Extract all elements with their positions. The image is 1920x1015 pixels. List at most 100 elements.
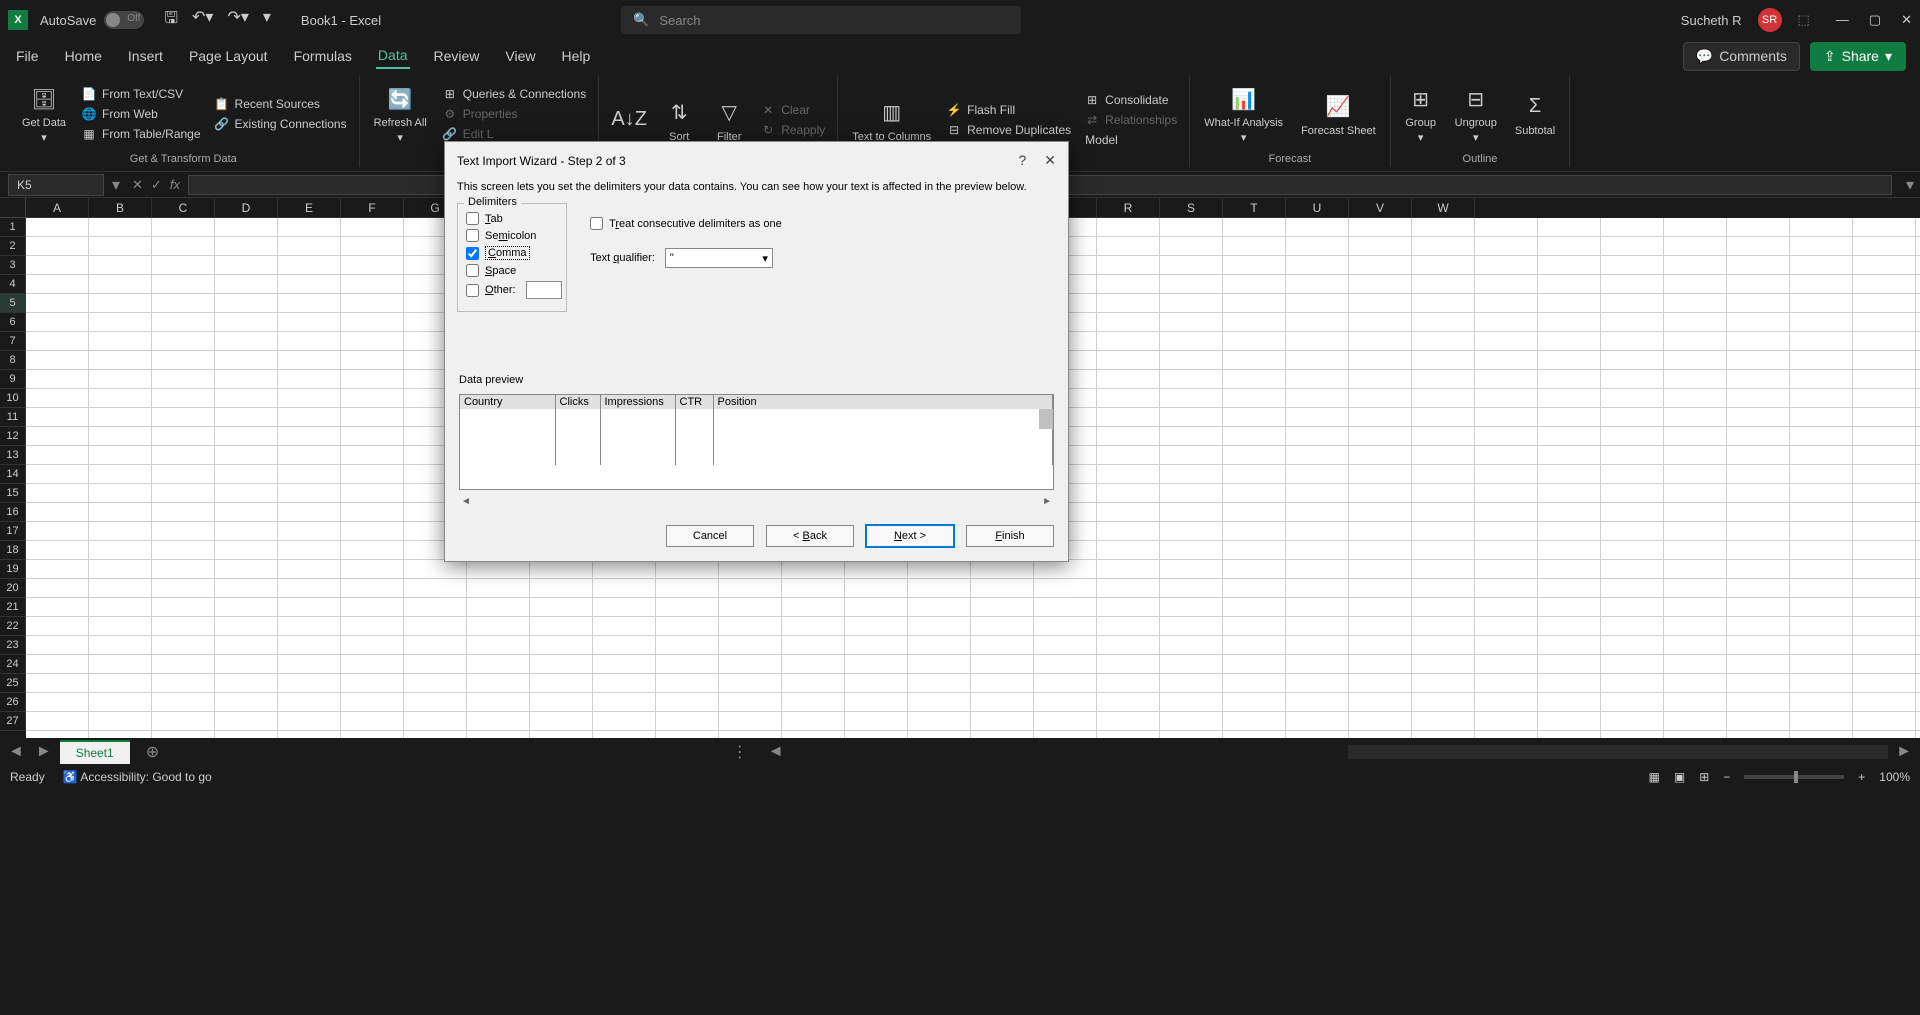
row-header[interactable]: 25 xyxy=(0,674,26,693)
add-sheet-button[interactable]: ⊕ xyxy=(138,742,167,762)
space-checkbox[interactable] xyxy=(466,264,479,277)
sheet-prev-icon[interactable]: ◄ xyxy=(8,743,24,761)
redo-icon[interactable]: ↷▾ xyxy=(227,7,248,34)
group-button[interactable]: ⊞Group▾ xyxy=(1399,76,1443,151)
tab-help[interactable]: Help xyxy=(560,44,593,68)
row-header[interactable]: 23 xyxy=(0,636,26,655)
row-header[interactable]: 27 xyxy=(0,712,26,731)
tab-data[interactable]: Data xyxy=(376,43,410,69)
row-header[interactable]: 12 xyxy=(0,427,26,446)
user-name[interactable]: Sucheth R xyxy=(1681,13,1742,28)
other-label[interactable]: Other: xyxy=(485,284,516,296)
horizontal-scrollbar[interactable] xyxy=(1348,745,1888,759)
help-icon[interactable]: ? xyxy=(1018,152,1026,169)
finish-button[interactable]: Finish xyxy=(966,525,1054,547)
tab-home[interactable]: Home xyxy=(63,44,104,68)
fx-icon[interactable]: fx xyxy=(170,177,180,193)
row-header[interactable]: 24 xyxy=(0,655,26,674)
preview-scroll-left-icon[interactable]: ◄ xyxy=(461,496,471,507)
remove-duplicates-button[interactable]: ⊟Remove Duplicates xyxy=(943,121,1075,139)
column-header[interactable]: U xyxy=(1286,198,1349,218)
undo-icon[interactable]: ↶▾ xyxy=(192,7,213,34)
row-header[interactable]: 20 xyxy=(0,579,26,598)
next-button[interactable]: Next > xyxy=(866,525,954,547)
from-table-range-button[interactable]: ▦From Table/Range xyxy=(78,125,205,143)
get-data-button[interactable]: 🗄Get Data▾ xyxy=(16,76,72,151)
forecast-sheet-button[interactable]: 📈Forecast Sheet xyxy=(1295,76,1382,151)
user-avatar[interactable]: SR xyxy=(1758,8,1782,32)
preview-vertical-scrollbar[interactable] xyxy=(1039,409,1053,429)
row-header[interactable]: 19 xyxy=(0,560,26,579)
hscroll-left-icon[interactable]: ◄ xyxy=(768,743,784,761)
row-header[interactable]: 16 xyxy=(0,503,26,522)
name-box[interactable] xyxy=(8,174,104,196)
enter-formula-icon[interactable]: ✓ xyxy=(151,177,162,193)
zoom-slider[interactable] xyxy=(1744,775,1844,779)
consolidate-button[interactable]: ⊞Consolidate xyxy=(1081,91,1181,109)
sheet-next-icon[interactable]: ► xyxy=(36,743,52,761)
sheet-options-icon[interactable]: ⋮ xyxy=(732,742,748,762)
queries-connections-button[interactable]: ⊞Queries & Connections xyxy=(439,85,590,103)
share-button[interactable]: ⇪Share▾ xyxy=(1810,42,1906,71)
name-box-dropdown-icon[interactable]: ▾ xyxy=(112,175,120,195)
row-header[interactable]: 15 xyxy=(0,484,26,503)
row-header[interactable]: 6 xyxy=(0,313,26,332)
sheet-tab-sheet1[interactable]: Sheet1 xyxy=(60,740,130,764)
row-header[interactable]: 17 xyxy=(0,522,26,541)
row-header[interactable]: 26 xyxy=(0,693,26,712)
tab-formulas[interactable]: Formulas xyxy=(292,44,354,68)
comments-button[interactable]: 💬Comments xyxy=(1683,42,1800,71)
tab-insert[interactable]: Insert xyxy=(126,44,165,68)
row-header[interactable]: 8 xyxy=(0,351,26,370)
column-header[interactable]: A xyxy=(26,198,89,218)
row-header[interactable]: 1 xyxy=(0,218,26,237)
reapply-button[interactable]: ↻Reapply xyxy=(757,121,829,139)
autosave-toggle-group[interactable]: AutoSave Off xyxy=(40,11,144,29)
column-header[interactable]: W xyxy=(1412,198,1475,218)
semicolon-label[interactable]: Semicolon xyxy=(485,230,536,242)
what-if-analysis-button[interactable]: 📊What-If Analysis▾ xyxy=(1198,76,1289,151)
model-button[interactable]: Model xyxy=(1081,131,1181,149)
row-header[interactable]: 9 xyxy=(0,370,26,389)
save-icon[interactable]: 🖫 xyxy=(164,7,178,34)
tab-page-layout[interactable]: Page Layout xyxy=(187,44,270,68)
maximize-icon[interactable]: ▢ xyxy=(1869,12,1881,28)
formula-expand-icon[interactable]: ▾ xyxy=(1906,175,1914,195)
close-icon[interactable]: ✕ xyxy=(1901,12,1912,28)
subtotal-button[interactable]: ΣSubtotal xyxy=(1509,76,1561,151)
from-web-button[interactable]: 🌐From Web xyxy=(78,105,205,123)
clear-button[interactable]: ✕Clear xyxy=(757,101,829,119)
row-header[interactable]: 13 xyxy=(0,446,26,465)
column-header[interactable]: B xyxy=(89,198,152,218)
space-label[interactable]: Space xyxy=(485,265,516,277)
comma-label[interactable]: Comma xyxy=(485,246,530,260)
ungroup-button[interactable]: ⊟Ungroup▾ xyxy=(1449,76,1503,151)
search-box[interactable]: 🔍 Search xyxy=(621,6,1021,34)
row-header[interactable]: 22 xyxy=(0,617,26,636)
column-header[interactable]: V xyxy=(1349,198,1412,218)
column-header[interactable]: C xyxy=(152,198,215,218)
other-checkbox[interactable] xyxy=(466,284,479,297)
column-header[interactable]: F xyxy=(341,198,404,218)
tab-checkbox[interactable] xyxy=(466,212,479,225)
row-header[interactable]: 7 xyxy=(0,332,26,351)
edit-links-button[interactable]: 🔗Edit L xyxy=(439,125,590,143)
text-qualifier-select[interactable]: "▾ xyxy=(665,248,773,268)
flash-fill-button[interactable]: ⚡Flash Fill xyxy=(943,101,1075,119)
preview-scroll-right-icon[interactable]: ► xyxy=(1042,496,1052,507)
ribbon-display-icon[interactable]: ⬚ xyxy=(1798,12,1810,28)
row-header[interactable]: 10 xyxy=(0,389,26,408)
column-header[interactable]: R xyxy=(1097,198,1160,218)
tab-view[interactable]: View xyxy=(503,44,537,68)
column-header[interactable]: T xyxy=(1223,198,1286,218)
tab-file[interactable]: File xyxy=(14,44,41,68)
other-delimiter-input[interactable] xyxy=(526,281,562,299)
row-header[interactable]: 18 xyxy=(0,541,26,560)
column-header[interactable]: D xyxy=(215,198,278,218)
consecutive-delimiters-checkbox[interactable] xyxy=(590,217,603,230)
row-header[interactable]: 2 xyxy=(0,237,26,256)
minimize-icon[interactable]: — xyxy=(1836,12,1849,28)
properties-button[interactable]: ⚙Properties xyxy=(439,105,590,123)
zoom-level[interactable]: 100% xyxy=(1879,770,1910,784)
row-header[interactable]: 3 xyxy=(0,256,26,275)
